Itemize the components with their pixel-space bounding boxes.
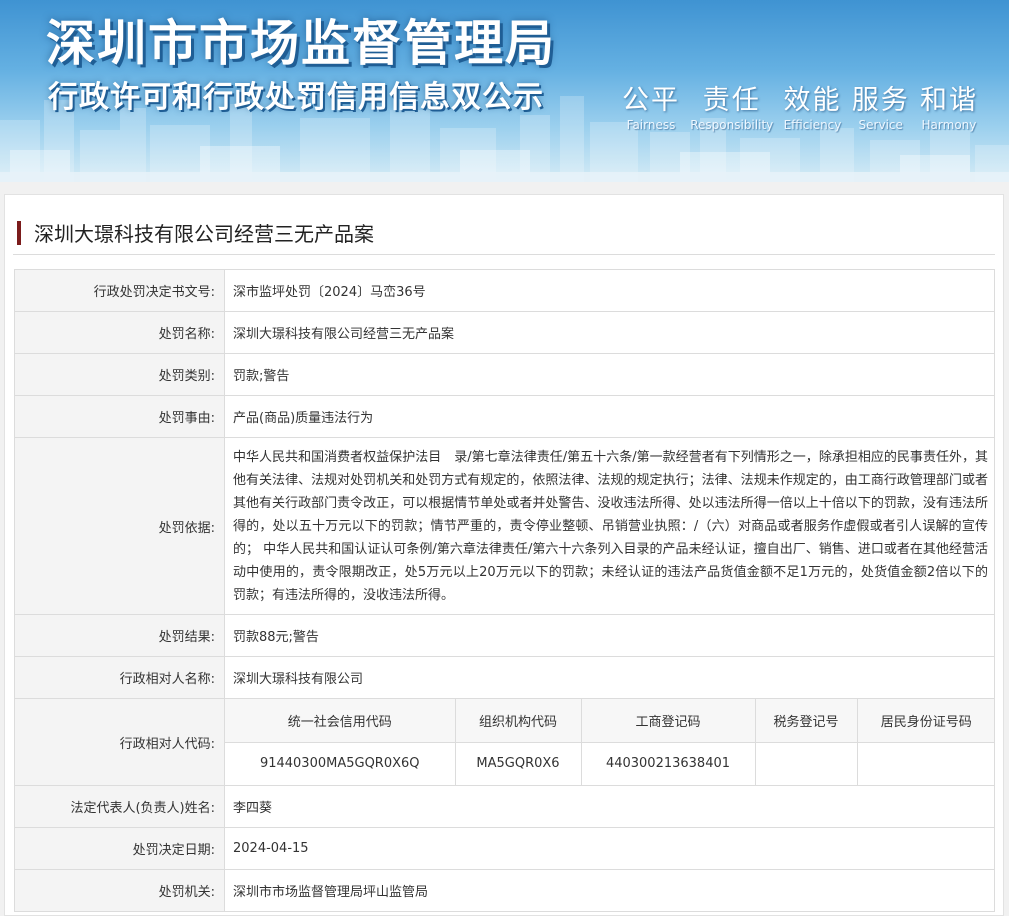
value-penalty-basis: 中华人民共和国消费者权益保护法目 录/第七章法律责任/第五十六条/第一款经营者有… [224,437,995,615]
slogan-cn: 效能 [783,85,842,116]
penalty-info-table: 行政处罚决定书文号: 深市监坪处罚〔2024〕马峦36号 处罚名称: 深圳大璟科… [14,269,995,912]
label-legal-rep: 法定代表人(负责人)姓名: [14,785,225,828]
slogan-en: Service [858,118,903,132]
value-org-code: MA5GQR0X6 [454,741,582,785]
value-party-name: 深圳大璟科技有限公司 [224,656,995,699]
value-penalty-category: 罚款;警告 [224,353,995,396]
slogan-service: 服务 Service [852,78,910,132]
value-penalty-name: 深圳大璟科技有限公司经营三无产品案 [224,311,995,354]
slogan-row: 公平 Fairness 责任 Responsibility 效能 Efficie… [622,78,978,132]
label-party-code: 行政相对人代码: [14,698,225,786]
value-authority: 深圳市市场监督管理局坪山监管局 [224,869,995,912]
header-credit-code: 统一社会信用代码 [225,699,456,743]
value-id-card-no [856,741,995,785]
value-legal-rep: 李四葵 [224,785,995,828]
row-decision-date: 处罚决定日期: 2024-04-15 [14,827,995,870]
header-id-card-no: 居民身份证号码 [856,699,995,743]
value-penalty-result: 罚款88元;警告 [224,614,995,657]
site-banner: 深圳市市场监督管理局 行政许可和行政处罚信用信息双公示 公平 Fairness … [0,0,1009,182]
case-title-header: 深圳大璟科技有限公司经营三无产品案 [13,215,995,255]
value-business-reg-code: 440300213638401 [580,741,756,785]
slogan-en: Fairness [626,118,676,132]
header-org-code: 组织机构代码 [454,699,582,743]
slogan-efficiency: 效能 Efficiency [783,78,841,132]
slogan-cn: 公平 [622,85,680,116]
slogan-en: Efficiency [783,118,842,132]
value-doc-no: 深市监坪处罚〔2024〕马峦36号 [224,269,995,312]
slogan-cn: 服务 [851,85,910,116]
label-party-name: 行政相对人名称: [14,656,225,699]
row-penalty-reason: 处罚事由: 产品(商品)质量违法行为 [14,395,995,438]
label-penalty-result: 处罚结果: [14,614,225,657]
value-tax-reg-no [754,741,858,785]
row-penalty-result: 处罚结果: 罚款88元;警告 [14,614,995,657]
value-decision-date: 2024-04-15 [224,827,995,870]
label-authority: 处罚机关: [14,869,225,912]
header-business-reg-code: 工商登记码 [580,699,756,743]
case-detail-card: 深圳大璟科技有限公司经营三无产品案 行政处罚决定书文号: 深市监坪处罚〔2024… [4,194,1004,916]
label-decision-date: 处罚决定日期: [14,827,225,870]
slogan-en: Harmony [921,118,977,132]
slogan-cn: 责任 [702,85,761,116]
title-accent-bar [17,221,21,245]
slogan-fairness: 公平 Fairness [622,78,680,132]
row-party-name: 行政相对人名称: 深圳大璟科技有限公司 [14,656,995,699]
party-code-cell: 统一社会信用代码 组织机构代码 工商登记码 税务登记号 居民身份证号码 9144… [224,698,995,786]
label-penalty-reason: 处罚事由: [14,395,225,438]
label-penalty-basis: 处罚依据: [14,437,225,615]
party-code-table: 统一社会信用代码 组织机构代码 工商登记码 税务登记号 居民身份证号码 9144… [225,699,995,785]
row-party-code: 行政相对人代码: 统一社会信用代码 组织机构代码 工商登记码 税务登记号 居民身… [14,698,995,786]
value-penalty-reason: 产品(商品)质量违法行为 [224,395,995,438]
label-doc-no: 行政处罚决定书文号: [14,269,225,312]
row-penalty-name: 处罚名称: 深圳大璟科技有限公司经营三无产品案 [14,311,995,354]
value-credit-code: 91440300MA5GQR0X6Q [225,741,456,785]
row-doc-no: 行政处罚决定书文号: 深市监坪处罚〔2024〕马峦36号 [14,269,995,312]
header-tax-reg-no: 税务登记号 [754,699,858,743]
slogan-responsibility: 责任 Responsibility [690,78,773,132]
party-code-value-row: 91440300MA5GQR0X6Q MA5GQR0X6 44030021363… [225,741,995,785]
banner-title: 深圳市市场监督管理局 [46,14,557,72]
party-code-header-row: 统一社会信用代码 组织机构代码 工商登记码 税务登记号 居民身份证号码 [225,699,995,743]
row-penalty-basis: 处罚依据: 中华人民共和国消费者权益保护法目 录/第七章法律责任/第五十六条/第… [14,437,995,615]
banner-subtitle: 行政许可和行政处罚信用信息双公示 [48,80,544,115]
row-authority: 处罚机关: 深圳市市场监督管理局坪山监管局 [14,869,995,912]
case-title: 深圳大璟科技有限公司经营三无产品案 [34,222,374,246]
row-penalty-category: 处罚类别: 罚款;警告 [14,353,995,396]
label-penalty-category: 处罚类别: [14,353,225,396]
slogan-en: Responsibility [690,118,774,132]
slogan-harmony: 和谐 Harmony [920,78,978,132]
label-penalty-name: 处罚名称: [14,311,225,354]
row-legal-rep: 法定代表人(负责人)姓名: 李四葵 [14,785,995,828]
slogan-cn: 和谐 [919,85,978,116]
